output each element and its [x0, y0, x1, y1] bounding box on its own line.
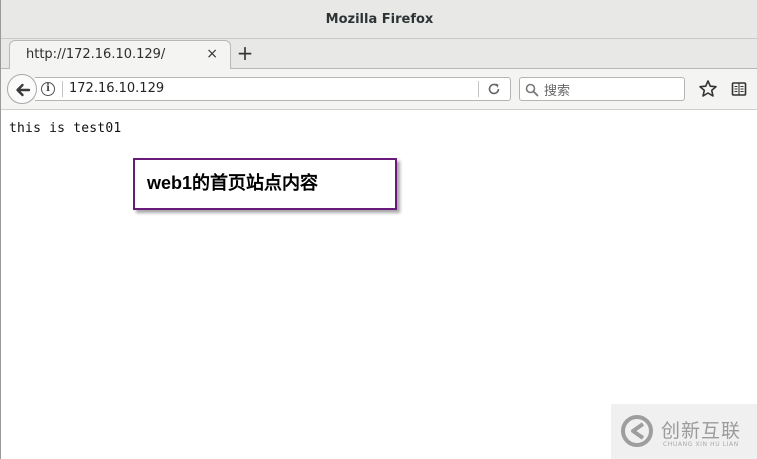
navigation-toolbar: i 172.16.10.129 搜索: [1, 69, 757, 110]
url-bar[interactable]: i 172.16.10.129: [35, 77, 511, 101]
browser-window: Mozilla Firefox http://172.16.10.129/ × …: [0, 0, 757, 459]
watermark-name: 创新互联: [661, 420, 742, 442]
url-separator: [62, 81, 63, 97]
star-icon[interactable]: [698, 79, 718, 99]
back-button[interactable]: [7, 74, 37, 104]
reload-separator: [478, 81, 479, 97]
reload-icon[interactable]: [486, 81, 502, 97]
watermark-logo-icon: [619, 413, 655, 453]
tab-label: http://172.16.10.129/: [26, 47, 166, 62]
back-arrow-icon: [16, 83, 31, 97]
annotation-text: web1的首页站点内容: [147, 173, 319, 193]
info-icon[interactable]: i: [41, 82, 55, 96]
search-icon: [525, 82, 539, 101]
close-tab-icon[interactable]: ×: [206, 46, 218, 62]
window-title: Mozilla Firefox: [325, 12, 434, 27]
page-body-text: this is test01: [9, 121, 122, 136]
tab-active[interactable]: http://172.16.10.129/ ×: [9, 40, 231, 70]
reader-view-icon[interactable]: [730, 80, 748, 98]
title-bar: Mozilla Firefox: [1, 0, 757, 39]
annotation-callout: web1的首页站点内容: [133, 158, 397, 210]
watermark: 创新互联 CHUANG XIN HU LIAN: [611, 404, 757, 459]
url-input[interactable]: 172.16.10.129: [69, 81, 164, 96]
search-placeholder: 搜索: [544, 84, 571, 99]
new-tab-button[interactable]: +: [235, 42, 255, 64]
tab-strip: http://172.16.10.129/ × +: [1, 39, 757, 70]
search-box[interactable]: 搜索: [519, 77, 685, 101]
watermark-subtitle: CHUANG XIN HU LIAN: [663, 441, 739, 448]
